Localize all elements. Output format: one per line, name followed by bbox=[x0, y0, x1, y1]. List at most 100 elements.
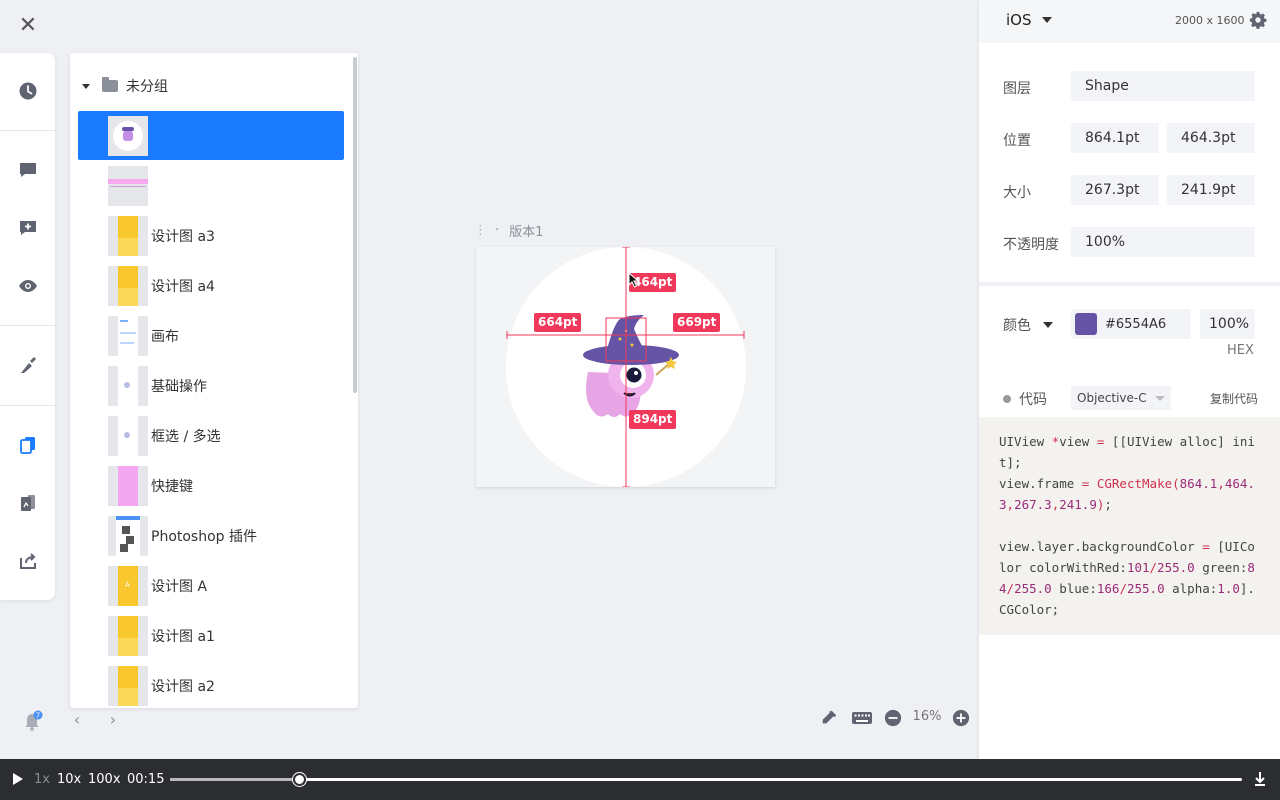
keyboard-icon[interactable] bbox=[850, 708, 874, 728]
previous-page-button[interactable]: ‹ bbox=[68, 708, 86, 732]
gear-icon[interactable] bbox=[1249, 11, 1269, 31]
progress-scrubber[interactable] bbox=[292, 773, 306, 786]
notification-bell-icon[interactable]: 7 bbox=[23, 710, 43, 732]
mouse-cursor-icon bbox=[628, 272, 640, 288]
position-x-field[interactable]: 864.1pt bbox=[1071, 123, 1159, 153]
layer-label: 设计图 a4 bbox=[151, 278, 215, 295]
measure-right-label: 669pt bbox=[673, 313, 721, 332]
height-field[interactable]: 241.9pt bbox=[1167, 175, 1255, 205]
layer-item[interactable]: 画布 bbox=[78, 311, 344, 360]
slice-icon[interactable] bbox=[0, 345, 55, 385]
layer-item[interactable]: 设计图 a2 bbox=[78, 661, 344, 708]
add-comment-icon[interactable] bbox=[0, 208, 55, 248]
layer-item[interactable] bbox=[78, 111, 344, 160]
layer-item[interactable]: Photoshop 插件 bbox=[78, 511, 344, 560]
layer-thumbnail bbox=[108, 315, 148, 356]
code-snippet[interactable]: UIView *view = [[UIView alloc] init]; vie… bbox=[979, 417, 1280, 635]
measure-left-label: 664pt bbox=[534, 313, 582, 332]
layer-item[interactable]: 框选 / 多选 bbox=[78, 411, 344, 460]
caret-down-icon bbox=[1041, 17, 1052, 23]
layer-label: 设计图 a3 bbox=[151, 228, 215, 245]
layer-thumbnail bbox=[108, 615, 148, 656]
layer-name-field[interactable]: Shape bbox=[1071, 71, 1255, 101]
speed-1x-button[interactable]: 1x bbox=[34, 772, 50, 787]
download-icon[interactable] bbox=[1254, 771, 1266, 787]
divider bbox=[979, 282, 1280, 286]
layer-label: 设计图 A bbox=[151, 578, 208, 595]
share-icon[interactable] bbox=[0, 541, 55, 581]
layer-label: 设计图 a2 bbox=[151, 678, 215, 695]
progress-track[interactable] bbox=[170, 773, 1242, 786]
playback-bar: 1x 10x 100x 00:15 bbox=[0, 759, 1280, 800]
position-label: 位置 bbox=[1003, 133, 1031, 149]
layer-item[interactable]: 基础操作 bbox=[78, 361, 344, 410]
layer-item[interactable]: 设计图 a3 bbox=[78, 211, 344, 260]
layer-thumbnail bbox=[108, 265, 148, 306]
group-name: 未分组 bbox=[126, 79, 168, 95]
color-swatch bbox=[1075, 313, 1097, 335]
layer-thumbnail: A bbox=[108, 565, 148, 606]
caret-down-icon[interactable] bbox=[82, 83, 90, 89]
opacity-label: 不透明度 bbox=[1003, 237, 1059, 253]
next-page-button[interactable]: › bbox=[104, 708, 122, 732]
folder-icon bbox=[102, 77, 118, 92]
notification-count: 7 bbox=[36, 712, 40, 720]
opacity-field[interactable]: 100% bbox=[1071, 227, 1255, 257]
platform-dropdown[interactable]: iOS bbox=[1006, 11, 1052, 29]
layers-icon[interactable] bbox=[0, 425, 55, 465]
artboard-graphic bbox=[506, 247, 746, 487]
width-field[interactable]: 267.3pt bbox=[1071, 175, 1159, 205]
caret-down-icon bbox=[1043, 322, 1053, 328]
code-language-dropdown[interactable]: Objective-C bbox=[1071, 386, 1171, 410]
size-label: 大小 bbox=[1003, 185, 1031, 201]
artboard[interactable]: 464pt 664pt 669pt 894pt bbox=[476, 247, 775, 487]
layer-label: 快捷键 bbox=[151, 478, 193, 495]
assets-icon[interactable] bbox=[0, 483, 55, 523]
layer-label: Photoshop 插件 bbox=[151, 528, 258, 545]
zoom-level: 16% bbox=[912, 709, 942, 724]
color-picker-icon[interactable] bbox=[818, 708, 840, 728]
color-format-dropdown[interactable]: 颜色 bbox=[1003, 315, 1053, 335]
measure-bottom-label: 894pt bbox=[629, 410, 677, 429]
speed-100x-button[interactable]: 100x bbox=[88, 772, 121, 787]
history-icon[interactable] bbox=[0, 71, 55, 111]
layer-item[interactable]: 设计图 a4 bbox=[78, 261, 344, 310]
layer-label: 设计图 a1 bbox=[151, 628, 215, 645]
play-icon[interactable] bbox=[13, 773, 23, 785]
eye-icon[interactable] bbox=[0, 266, 55, 306]
artboard-version-label: ⋮ · 版本1 bbox=[474, 223, 544, 240]
copy-code-button[interactable]: 复制代码 bbox=[1210, 390, 1258, 407]
comment-icon[interactable] bbox=[0, 150, 55, 190]
layer-label: 画布 bbox=[151, 328, 179, 345]
color-opacity-field[interactable]: 100% bbox=[1200, 309, 1255, 339]
layer-thumbnail bbox=[108, 515, 148, 556]
code-section-label: 代码 bbox=[1003, 389, 1047, 409]
position-y-field[interactable]: 464.3pt bbox=[1167, 123, 1255, 153]
dot-icon bbox=[1003, 395, 1011, 403]
playback-time: 00:15 bbox=[127, 772, 165, 787]
layer-thumbnail bbox=[108, 415, 148, 456]
layer-item[interactable] bbox=[78, 161, 344, 210]
progress-fill bbox=[170, 778, 299, 781]
zoom-in-button[interactable] bbox=[951, 708, 971, 728]
canvas-size: 2000 x 1600 bbox=[1175, 14, 1245, 27]
inspector-header: iOS 2000 x 1600 bbox=[979, 0, 1280, 43]
speed-10x-button[interactable]: 10x bbox=[57, 772, 81, 787]
zoom-out-button[interactable] bbox=[883, 708, 903, 728]
layer-label: 图层 bbox=[1003, 81, 1031, 97]
color-field[interactable]: #6554A6 bbox=[1071, 309, 1191, 339]
layer-panel: 未分组 设计图 a3 设计图 a4 画布基础操作框选 / 多选 快捷键 Photosho… bbox=[70, 53, 358, 708]
drag-handle-icon[interactable]: ⋮ bbox=[474, 223, 487, 238]
layer-item[interactable]: 快捷键 bbox=[78, 461, 344, 510]
left-toolbar bbox=[0, 53, 55, 600]
layer-thumbnail bbox=[108, 165, 148, 206]
layer-label: 框选 / 多选 bbox=[151, 428, 221, 445]
layer-item[interactable]: A 设计图 A bbox=[78, 561, 344, 610]
close-button[interactable]: ✕ bbox=[14, 12, 42, 40]
layer-label: 基础操作 bbox=[151, 378, 207, 395]
layer-group-header[interactable]: 未分组 bbox=[82, 75, 168, 97]
layer-item[interactable]: 设计图 a1 bbox=[78, 611, 344, 660]
inspector-panel: iOS 2000 x 1600 图层 Shape 位置 864.1pt 464.… bbox=[979, 0, 1280, 759]
layer-thumbnail bbox=[108, 465, 148, 506]
scrollbar[interactable] bbox=[353, 57, 357, 393]
